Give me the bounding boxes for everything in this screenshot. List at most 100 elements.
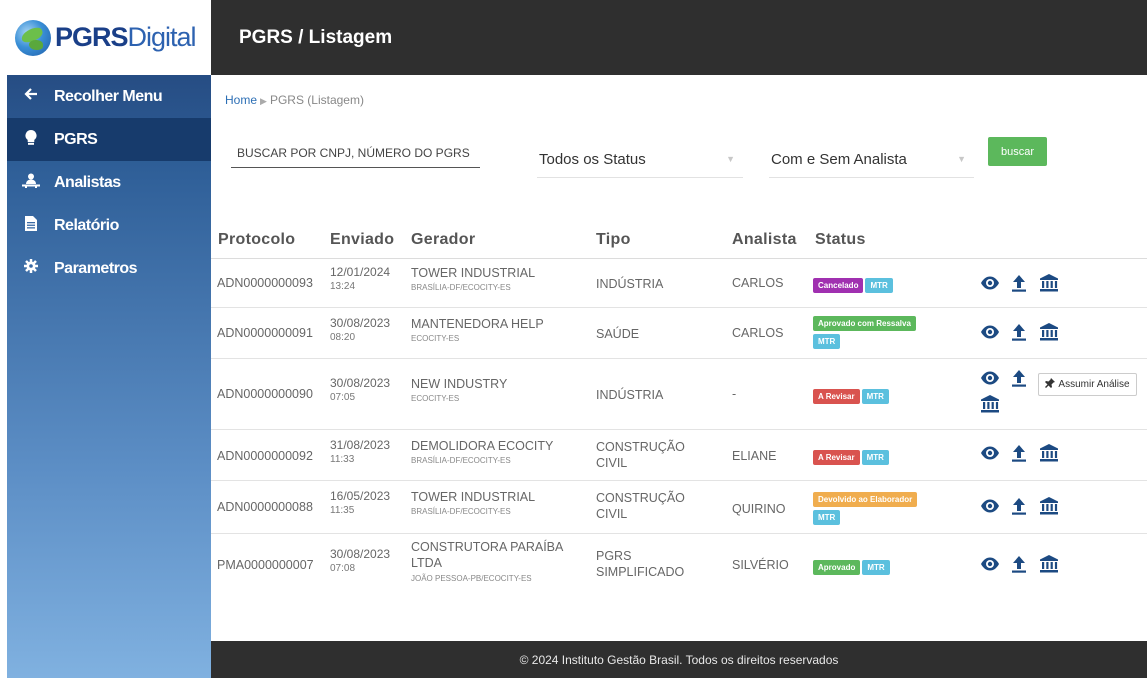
upload-icon[interactable] <box>1009 368 1029 388</box>
document-icon <box>7 215 54 236</box>
type-label: PGRS SIMPLIFICADO <box>596 549 685 579</box>
type-label: INDÚSTRIA <box>596 277 664 291</box>
generator-name: TOWER INDUSTRIAL <box>411 266 536 280</box>
status-select[interactable]: Todos os Status ▼ <box>537 141 743 178</box>
type-label: INDÚSTRIA <box>596 388 664 402</box>
search-input[interactable] <box>231 138 480 168</box>
generator-name: MANTENEDORA HELP <box>411 317 544 331</box>
analista-select-value: Com e Sem Analista <box>771 150 907 168</box>
status-badge: A Revisar <box>813 389 860 404</box>
analista-select[interactable]: Com e Sem Analista ▼ <box>769 141 974 178</box>
logo-text-light: Digital <box>127 22 197 52</box>
eye-icon[interactable] <box>980 443 1000 463</box>
sidebar-item-pgrs[interactable]: PGRS <box>7 118 211 161</box>
mtr-badge: MTR <box>865 278 893 293</box>
table-row: ADN0000000088 16/05/2023 11:35 TOWER IND… <box>211 481 1147 534</box>
sent-date: 31/08/2023 <box>330 438 391 452</box>
status-badge: Aprovado com Ressalva <box>813 316 916 331</box>
upload-icon[interactable] <box>1009 554 1029 574</box>
upload-icon[interactable] <box>1009 273 1029 293</box>
sidebar-item-recolher-menu[interactable]: Recolher Menu <box>7 75 211 118</box>
generator-name: NEW INDUSTRY <box>411 377 508 391</box>
table-row: ADN0000000092 31/08/2023 11:33 DEMOLIDOR… <box>211 430 1147 481</box>
mtr-badge: MTR <box>813 334 841 349</box>
assumir-analise-button[interactable]: Assumir Análise <box>1038 373 1137 396</box>
generator-location: ECOCITY-ES <box>411 394 460 403</box>
row-actions <box>980 273 1065 293</box>
analyst-name: QUIRINO <box>732 502 786 516</box>
table-row: ADN0000000090 30/08/2023 07:05 NEW INDUS… <box>211 359 1147 430</box>
column-header-enviado[interactable]: Enviado <box>330 231 394 249</box>
generator-name: TOWER INDUSTRIAL <box>411 490 536 504</box>
generator-name: CONSTRUTORA PARAÍBA LTDA <box>411 540 563 570</box>
status-badge: A Revisar <box>813 450 860 465</box>
arrow-left-icon <box>7 87 54 106</box>
bank-icon[interactable] <box>1039 554 1059 574</box>
generator-location: BRASÍLIA-DF/ECOCITY-ES <box>411 283 511 292</box>
bank-icon[interactable] <box>1039 443 1059 463</box>
sidebar-item-parametros[interactable]: Parametros <box>7 247 211 290</box>
breadcrumb: Home ▶ PGRS (Listagem) <box>225 93 364 107</box>
globe-logo-icon <box>15 19 51 56</box>
sent-date: 30/08/2023 <box>330 376 391 390</box>
footer-copyright: © 2024 Instituto Gestão Brasil. Todos os… <box>519 652 839 667</box>
protocol-number: ADN0000000092 <box>217 449 313 463</box>
sidebar-item-analistas[interactable]: Analistas <box>7 161 211 204</box>
table-row: ADN0000000093 12/01/2024 13:24 TOWER IND… <box>211 259 1147 308</box>
footer: © 2024 Instituto Gestão Brasil. Todos os… <box>211 641 1147 678</box>
bank-icon[interactable] <box>980 394 1000 414</box>
logo[interactable]: PGRSDigital <box>7 0 211 75</box>
sent-time: 11:35 <box>330 505 355 516</box>
upload-icon[interactable] <box>1009 322 1029 342</box>
sent-date: 30/08/2023 <box>330 547 391 561</box>
bank-icon[interactable] <box>1039 496 1059 516</box>
type-label: CONSTRUÇÃO CIVIL <box>596 440 685 470</box>
sent-date: 12/01/2024 <box>330 265 391 279</box>
eye-icon[interactable] <box>980 322 1000 342</box>
row-actions <box>980 554 1065 574</box>
eye-icon[interactable] <box>980 554 1000 574</box>
row-actions <box>980 368 1040 414</box>
type-label: SAÚDE <box>596 327 640 341</box>
upload-icon[interactable] <box>1009 443 1029 463</box>
chevron-right-icon: ▶ <box>260 96 267 106</box>
sent-time: 11:33 <box>330 454 355 465</box>
column-header-gerador[interactable]: Gerador <box>411 231 475 249</box>
assumir-analise-label: Assumir Análise <box>1058 379 1130 390</box>
column-header-tipo[interactable]: Tipo <box>596 231 631 249</box>
row-actions <box>980 322 1065 342</box>
eye-icon[interactable] <box>980 273 1000 293</box>
upload-icon[interactable] <box>1009 496 1029 516</box>
sidebar-item-label: Recolher Menu <box>54 87 163 105</box>
status-badge: Devolvido ao Elaborador <box>813 492 918 507</box>
mtr-badge: MTR <box>861 389 889 404</box>
mtr-badge: MTR <box>862 560 890 575</box>
generator-location: ECOCITY-ES <box>411 334 460 343</box>
column-header-protocolo[interactable]: Protocolo <box>218 231 295 249</box>
eye-icon[interactable] <box>980 496 1000 516</box>
breadcrumb-home-link[interactable]: Home <box>225 93 257 107</box>
table-row: ADN0000000091 30/08/2023 08:20 MANTENEDO… <box>211 308 1147 359</box>
generator-name: DEMOLIDORA ECOCITY <box>411 439 554 453</box>
sent-time: 07:05 <box>330 392 356 403</box>
analyst-name: CARLOS <box>732 326 784 340</box>
sent-date: 30/08/2023 <box>330 316 391 330</box>
mtr-badge: MTR <box>813 510 841 525</box>
column-header-status[interactable]: Status <box>815 231 866 249</box>
sent-time: 07:08 <box>330 563 356 574</box>
header-bar: PGRS / Listagem <box>211 0 1147 75</box>
table-header: Protocolo Enviado Gerador Tipo Analista … <box>211 222 1147 259</box>
protocol-number: ADN0000000093 <box>217 276 313 290</box>
bank-icon[interactable] <box>1039 273 1059 293</box>
sidebar-item-label: Relatório <box>54 216 119 234</box>
analyst-name: SILVÉRIO <box>732 558 789 572</box>
mtr-badge: MTR <box>861 450 889 465</box>
search-button[interactable]: buscar <box>988 137 1047 166</box>
generator-location: BRASÍLIA-DF/ECOCITY-ES <box>411 507 511 516</box>
column-header-analista[interactable]: Analista <box>732 231 797 249</box>
eye-icon[interactable] <box>980 368 1000 388</box>
users-icon <box>7 173 54 193</box>
sidebar-item-relatorio[interactable]: Relatório <box>7 204 211 247</box>
bank-icon[interactable] <box>1039 322 1059 342</box>
protocol-number: PMA0000000007 <box>217 558 314 572</box>
